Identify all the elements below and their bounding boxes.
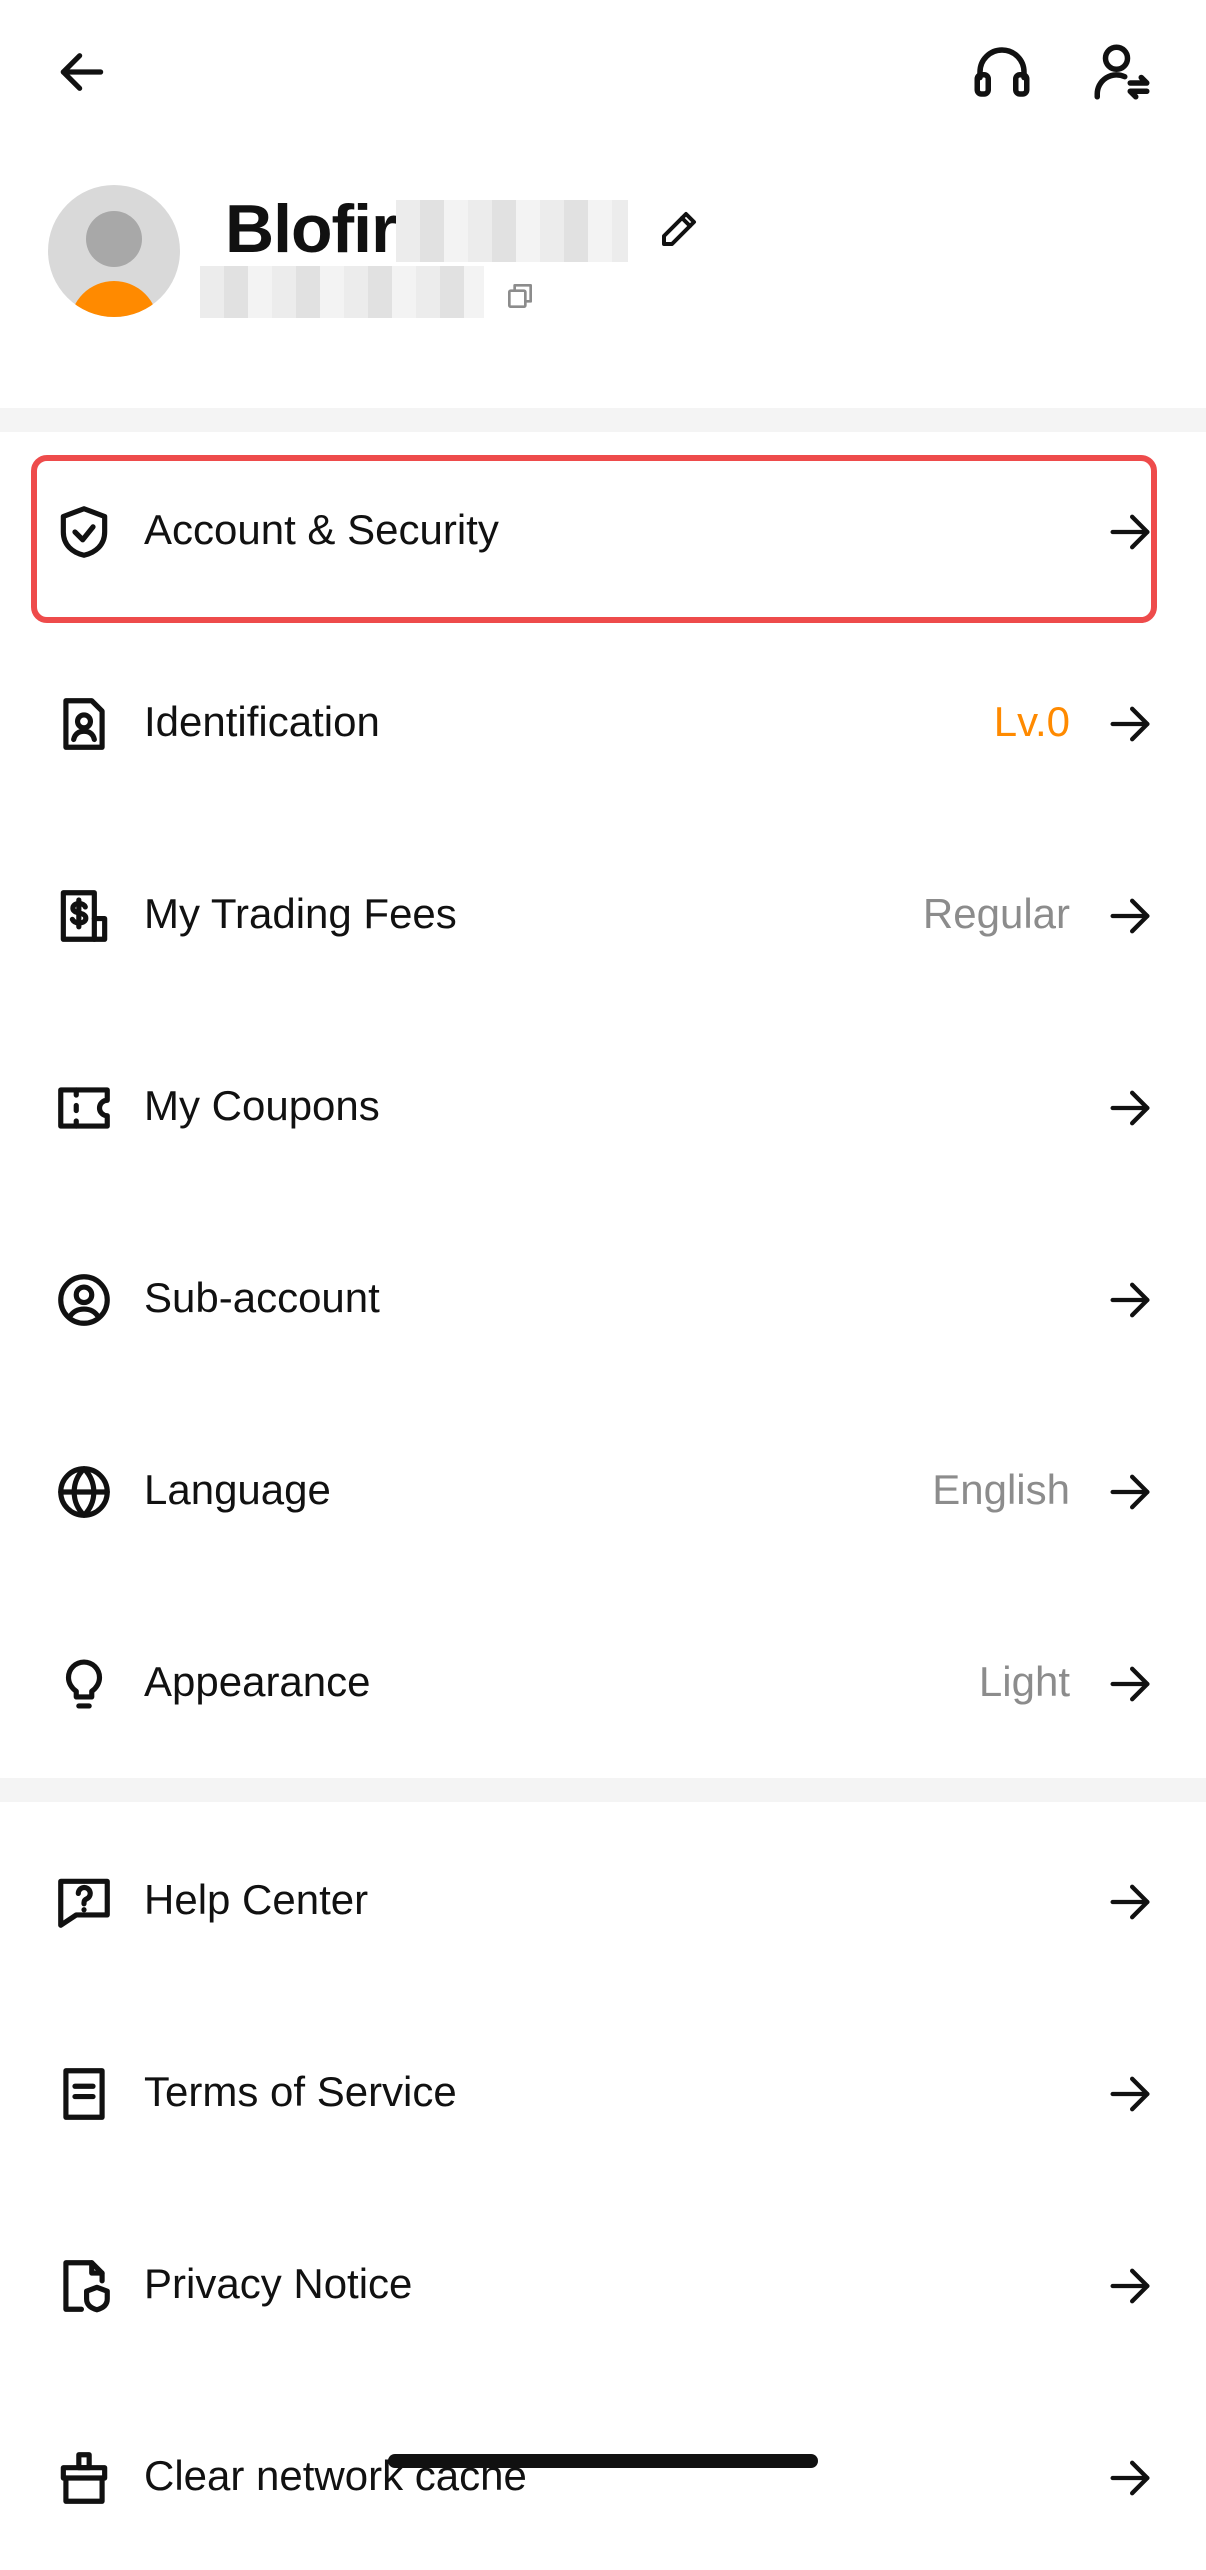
menu-item-identification[interactable]: Identification Lv.0: [0, 624, 1206, 816]
arrow-right-icon: [1110, 898, 1150, 934]
username: Blofir: [225, 191, 398, 267]
menu-item-privacy-notice[interactable]: Privacy Notice: [0, 2186, 1206, 2378]
avatar-head: [86, 211, 142, 267]
verification-level: Lv.0: [993, 698, 1070, 745]
appearance-value: Light: [978, 1658, 1070, 1705]
menu-item-label: Help Center: [144, 1876, 369, 1923]
profile-header: Blofir: [0, 170, 1206, 370]
menu-item-sub-account[interactable]: Sub-account: [0, 1200, 1206, 1392]
arrow-right-icon: [1110, 1666, 1150, 1702]
ticket-icon: [50, 1074, 118, 1142]
menu-item-appearance[interactable]: Appearance Light: [0, 1584, 1206, 1776]
section-divider: [0, 1778, 1206, 1802]
menu-item-terms-of-service[interactable]: Terms of Service: [0, 1994, 1206, 2186]
menu-item-label: My Coupons: [144, 1082, 380, 1129]
avatar[interactable]: [48, 185, 180, 317]
menu-item-language[interactable]: Language English: [0, 1392, 1206, 1584]
section-divider: [0, 408, 1206, 432]
username-redacted: [396, 200, 628, 262]
home-indicator[interactable]: [388, 2454, 818, 2468]
menu-item-label: My Trading Fees: [144, 890, 457, 937]
arrow-left-icon: [60, 53, 104, 91]
back-button[interactable]: [42, 32, 122, 112]
menu-item-trading-fees[interactable]: My Trading Fees Regular: [0, 816, 1206, 1008]
menu-item-help-center[interactable]: Help Center: [0, 1802, 1206, 1994]
user-switch-icon: [1094, 44, 1150, 100]
menu-item-label: Identification: [144, 698, 380, 745]
edit-name-button[interactable]: [652, 200, 708, 256]
uid-redacted: [200, 266, 484, 318]
arrow-right-icon: [1110, 1474, 1150, 1510]
arrow-right-icon: [1110, 1282, 1150, 1318]
pencil-icon: [662, 212, 696, 246]
menu-item-label: Sub-account: [144, 1274, 380, 1321]
menu-item-label: Language: [144, 1466, 331, 1513]
lightbulb-icon: [50, 1650, 118, 1718]
privacy-document-icon: [50, 2252, 118, 2320]
id-card-icon: [50, 690, 118, 758]
copy-icon: [508, 284, 532, 308]
headset-icon: [974, 47, 1030, 97]
copy-uid-button[interactable]: [500, 276, 540, 316]
highlight-box: [31, 455, 1157, 623]
arrow-right-icon: [1110, 1090, 1150, 1126]
arrow-right-icon: [1110, 2460, 1150, 2496]
arrow-right-icon: [1110, 706, 1150, 742]
top-bar: [0, 0, 1206, 150]
arrow-right-icon: [1110, 1884, 1150, 1920]
menu-item-coupons[interactable]: My Coupons: [0, 1008, 1206, 1200]
language-value: English: [932, 1466, 1070, 1513]
menu-item-label: Privacy Notice: [144, 2260, 413, 2307]
avatar-body: [70, 281, 158, 317]
support-button[interactable]: [962, 32, 1042, 112]
help-chat-icon: [50, 1868, 118, 1936]
globe-icon: [50, 1458, 118, 1526]
menu-item-label: Terms of Service: [144, 2068, 457, 2115]
arrow-right-icon: [1110, 2076, 1150, 2112]
fee-tier-value: Regular: [922, 890, 1070, 937]
broom-icon: [50, 2444, 118, 2512]
document-icon: [50, 2060, 118, 2128]
menu-item-label: Appearance: [144, 1658, 371, 1705]
arrow-right-icon: [1110, 2268, 1150, 2304]
dollar-receipt-icon: [50, 882, 118, 950]
menu-item-clear-network-cache[interactable]: Clear network cache: [0, 2378, 1206, 2570]
switch-account-button[interactable]: [1082, 32, 1162, 112]
user-circle-icon: [50, 1266, 118, 1334]
